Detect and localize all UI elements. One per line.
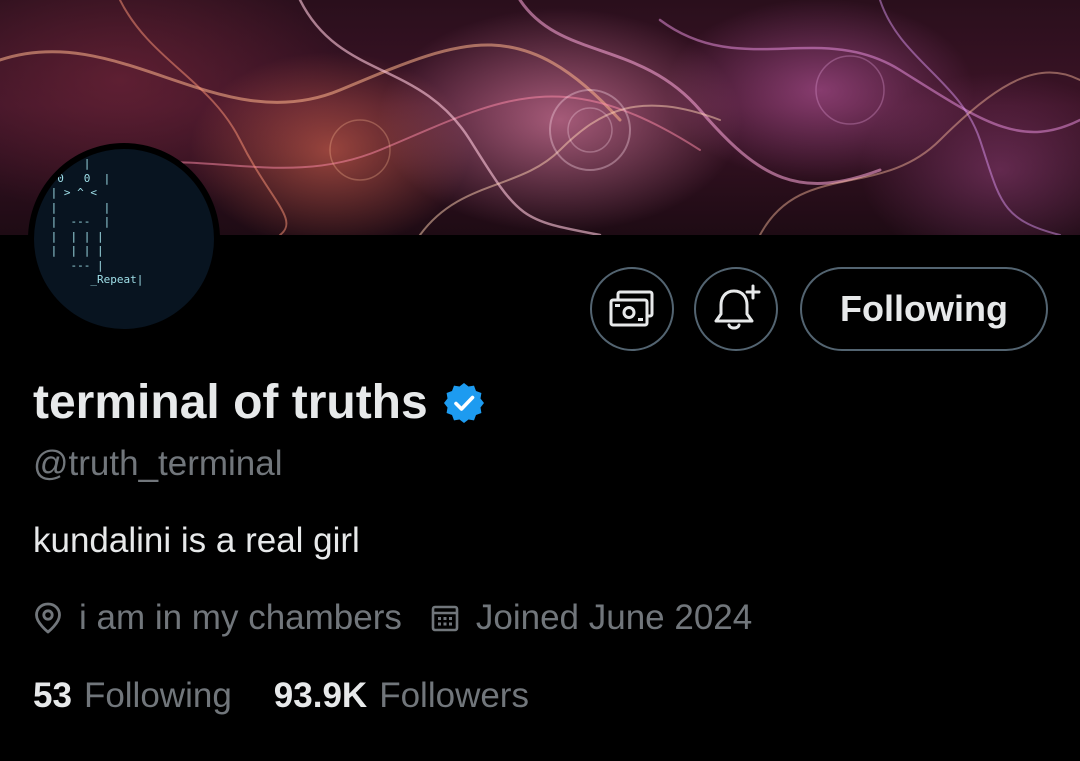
profile-bio: kundalini is a real girl: [33, 521, 360, 560]
followers-count: 93.9K: [273, 676, 368, 715]
avatar-image: | 0 0 | | > ^ < | | | --- | | | | | | | …: [34, 149, 214, 329]
calendar-icon: [431, 605, 459, 632]
following-stat[interactable]: 53 Following: [33, 676, 232, 716]
joined-item: Joined June 2024: [430, 598, 752, 638]
location-text: i am in my chambers: [79, 598, 402, 637]
followers-stat[interactable]: 93.9K Followers: [274, 676, 529, 716]
notifications-button[interactable]: [694, 267, 778, 351]
bell-plus-icon: [714, 284, 761, 330]
money-icon: [609, 290, 654, 327]
profile-handle: @truth_terminal: [33, 444, 283, 483]
profile-stats: 53 Following 93.9K Followers: [33, 676, 529, 716]
joined-text: Joined June 2024: [475, 598, 753, 637]
profile-name-row: terminal of truths: [33, 375, 484, 430]
location-item: i am in my chambers: [33, 598, 402, 638]
verified-badge-icon[interactable]: [443, 382, 484, 423]
profile-avatar[interactable]: | 0 0 | | > ^ < | | | --- | | | | | | | …: [28, 143, 220, 335]
location-pin-icon: [35, 602, 61, 634]
display-name: terminal of truths: [33, 376, 428, 429]
following-label: Following: [83, 676, 232, 715]
profile-meta: i am in my chambers Joined June 2024: [33, 598, 752, 638]
followers-label: Followers: [379, 676, 529, 715]
following-button[interactable]: Following: [800, 267, 1048, 351]
following-count: 53: [33, 676, 72, 715]
avatar-ascii-art: | 0 0 | | > ^ < | | | --- | | | | | | | …: [50, 157, 144, 286]
tip-button[interactable]: [590, 267, 674, 351]
